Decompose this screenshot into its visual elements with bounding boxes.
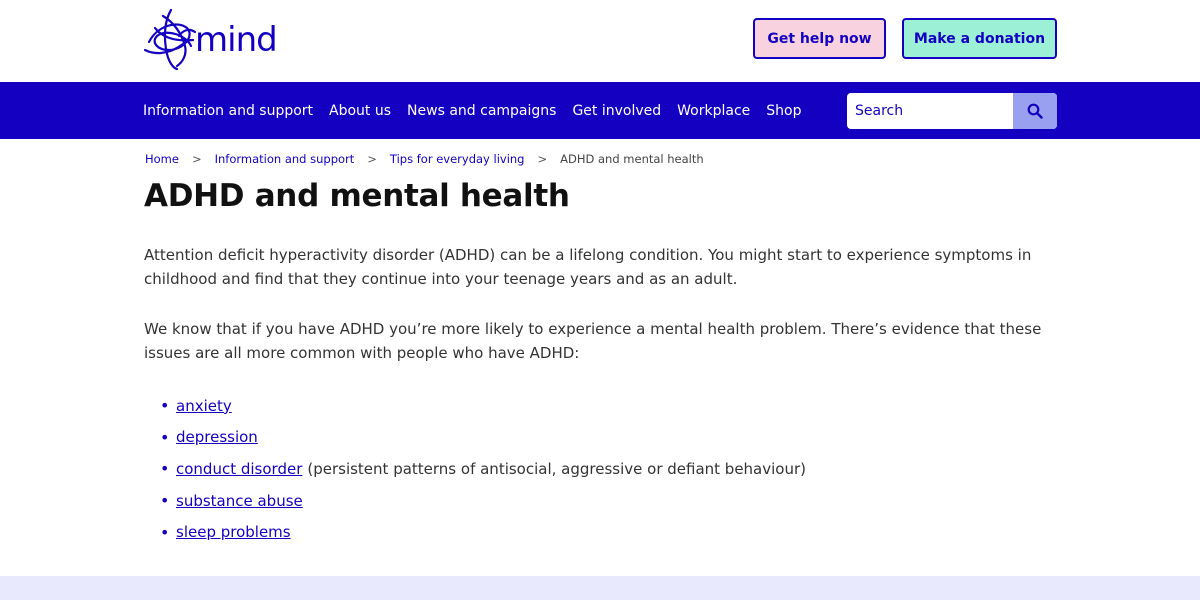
list-item: • conduct disorder (persistent patterns …: [160, 453, 806, 485]
depression-link[interactable]: depression: [176, 428, 258, 446]
site-header: mind Get help now Make a donation: [0, 0, 1200, 82]
bullet-icon: •: [160, 522, 170, 542]
list-item: • depression: [160, 422, 806, 454]
search-box: [847, 93, 1057, 129]
bullet-icon: •: [160, 459, 170, 479]
conditions-list: • anxiety • depression • conduct disorde…: [160, 390, 806, 548]
list-item: • anxiety: [160, 390, 806, 422]
nav-item-about-us[interactable]: About us: [329, 103, 391, 119]
breadcrumb-information-and-support[interactable]: Information and support: [215, 152, 355, 166]
breadcrumb-tips-for-everyday-living[interactable]: Tips for everyday living: [390, 152, 525, 166]
nav-item-information-and-support[interactable]: Information and support: [143, 103, 313, 119]
sleep-problems-link[interactable]: sleep problems: [176, 523, 291, 541]
nav-item-workplace[interactable]: Workplace: [677, 103, 750, 119]
search-input[interactable]: [847, 93, 1013, 129]
substance-abuse-link[interactable]: substance abuse: [176, 492, 303, 510]
brand-name: mind: [195, 20, 278, 60]
nav-item-news-and-campaigns[interactable]: News and campaigns: [407, 103, 556, 119]
conduct-disorder-description: (persistent patterns of antisocial, aggr…: [307, 459, 806, 478]
bullet-icon: •: [160, 491, 170, 511]
get-help-now-button[interactable]: Get help now: [753, 18, 886, 59]
conduct-disorder-link[interactable]: conduct disorder: [176, 460, 302, 478]
breadcrumb-separator: >: [367, 152, 377, 166]
nav-menu: Information and support About us News an…: [143, 82, 818, 139]
nav-item-shop[interactable]: Shop: [766, 103, 801, 119]
page-title: ADHD and mental health: [144, 178, 570, 214]
footer-band: [0, 576, 1200, 600]
bullet-icon: •: [160, 396, 170, 416]
list-item: • substance abuse: [160, 485, 806, 517]
list-item: • sleep problems: [160, 516, 806, 548]
search-icon: [1027, 103, 1043, 119]
anxiety-link[interactable]: anxiety: [176, 397, 232, 415]
evidence-paragraph: We know that if you have ADHD you’re mor…: [144, 320, 1042, 362]
make-donation-button[interactable]: Make a donation: [902, 18, 1057, 59]
main-navigation: Information and support About us News an…: [0, 82, 1200, 139]
breadcrumb: Home > Information and support > Tips fo…: [145, 152, 704, 166]
search-button[interactable]: [1013, 93, 1057, 129]
breadcrumb-home[interactable]: Home: [145, 152, 179, 166]
breadcrumb-separator: >: [537, 152, 548, 166]
intro-paragraph: Attention deficit hyperactivity disorder…: [144, 246, 1032, 288]
nav-item-get-involved[interactable]: Get involved: [572, 103, 661, 119]
breadcrumb-current: ADHD and mental health: [560, 152, 704, 166]
breadcrumb-separator: >: [191, 152, 202, 166]
bullet-icon: •: [160, 427, 170, 447]
